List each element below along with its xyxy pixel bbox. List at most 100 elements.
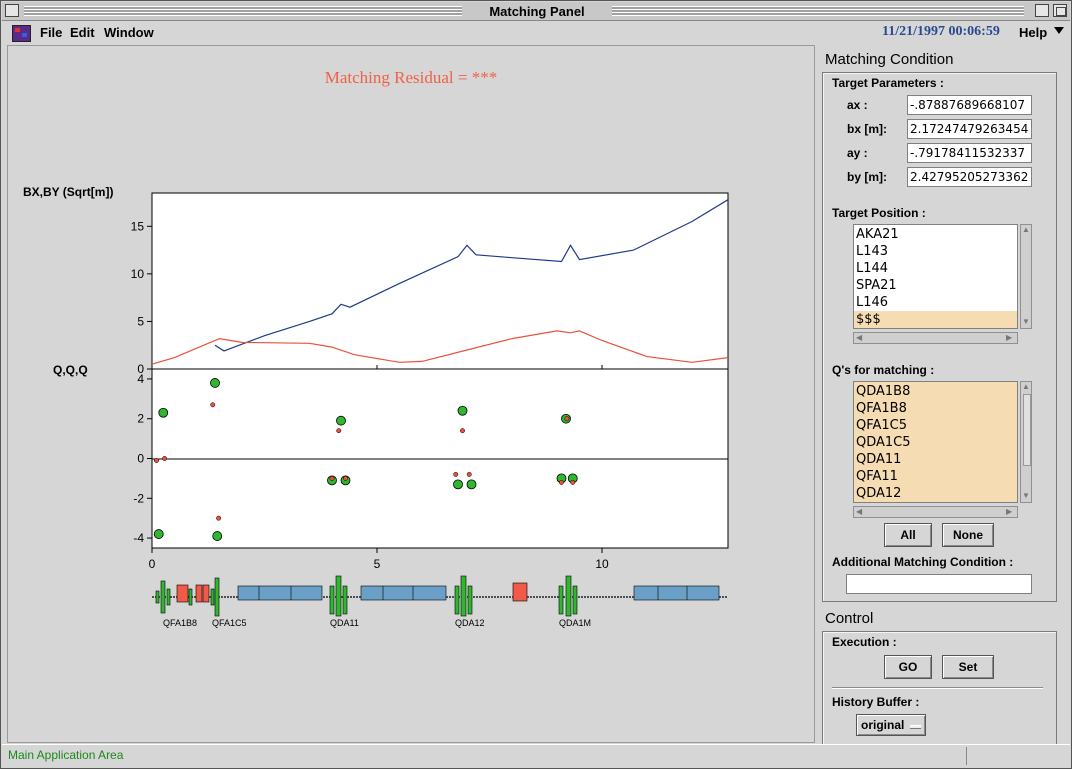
bottom-ytick-label: 0 (137, 452, 144, 466)
additional-condition-label: Additional Matching Condition : (832, 555, 1014, 569)
xtick-label: 5 (374, 557, 381, 571)
quad-strength-point (336, 415, 346, 426)
bottom-ytick-label: 2 (137, 412, 144, 426)
quad-strength-point (158, 407, 169, 418)
scroll-left-icon[interactable]: ◀ (856, 334, 862, 342)
beamline-lattice (152, 575, 728, 617)
list-item-selected[interactable]: QDA12 (854, 485, 1017, 502)
none-button[interactable]: None (942, 523, 994, 547)
lattice-quad (565, 575, 572, 617)
scroll-right-icon[interactable]: ▶ (1006, 508, 1012, 516)
scroll-down-icon[interactable]: ▼ (1022, 318, 1030, 326)
minimize-button[interactable] (1035, 4, 1049, 17)
all-button[interactable]: All (884, 523, 932, 547)
matching-panel-window: Matching Panel File Edit Window 11/21/19… (0, 0, 1072, 769)
lattice-quad (329, 585, 335, 615)
go-button[interactable]: GO (884, 655, 932, 679)
quad-strength-point (457, 405, 468, 416)
top-ytick-label: 5 (137, 314, 144, 328)
quad-initial-point (336, 428, 342, 434)
set-button[interactable]: Set (942, 655, 994, 679)
history-buffer-label: History Buffer : (832, 695, 920, 709)
history-buffer-select[interactable]: original (856, 714, 926, 736)
list-item-selected[interactable]: QDA1C5 (854, 434, 1017, 451)
list-item-selected[interactable]: QDA11 (854, 451, 1017, 468)
status-divider (966, 747, 967, 765)
quad-strength-point (453, 479, 463, 490)
quad-initial-point (329, 475, 335, 481)
lattice-quad (454, 585, 460, 615)
list-item[interactable]: L146 (854, 294, 1017, 311)
list-item[interactable]: L144 (854, 260, 1017, 277)
element-label-qfa1b8: QFA1B8 (163, 618, 197, 628)
help-dropdown-icon[interactable] (1054, 27, 1064, 34)
param-bx-input[interactable]: 2.17247479263454 (907, 119, 1032, 139)
list-item-selected[interactable]: $$$ (854, 311, 1017, 328)
lattice-quad (210, 588, 215, 606)
quad-initial-point (570, 479, 576, 485)
target-position-label: Target Position : (832, 206, 926, 220)
bottom-ytick-label: 4 (137, 372, 144, 386)
param-ay-label: ay : (847, 146, 868, 160)
xtick-label: 10 (595, 557, 609, 571)
target-position-hscroll[interactable]: ◀ ▶ (853, 332, 1018, 344)
xtick-label: 0 (149, 557, 156, 571)
status-text: Main Application Area (8, 748, 124, 762)
element-label-qda11: QDA11 (330, 618, 359, 628)
target-position-vscroll[interactable]: ▲ ▼ (1020, 224, 1032, 329)
execution-label: Execution : (832, 635, 897, 649)
history-buffer-value: original (861, 718, 905, 732)
param-ay-input[interactable]: -.79178411532337 (907, 143, 1032, 163)
scroll-left-icon[interactable]: ◀ (856, 508, 862, 516)
lattice-bend (633, 585, 720, 601)
list-item[interactable]: SPA21 (854, 277, 1017, 294)
scroll-right-icon[interactable]: ▶ (1006, 334, 1012, 342)
quad-initial-point (466, 471, 472, 477)
list-item-selected[interactable]: QFA1B8 (854, 400, 1017, 417)
top-plot-frame (151, 192, 729, 370)
list-item-selected[interactable]: QFA11 (854, 468, 1017, 485)
top-ytick-label: 15 (131, 219, 145, 233)
qs-hscroll[interactable]: ◀ ▶ (853, 506, 1018, 518)
quad-initial-point (216, 515, 222, 521)
param-ax-input[interactable]: -.87887689668107 (907, 95, 1032, 115)
target-position-list[interactable]: AKA21 L143 L144 SPA21 L146 $$$ (853, 224, 1018, 329)
quad-initial-point (564, 416, 570, 422)
optics-plot: BX,BY (Sqrt[m]) Q,Q,Q 151050 420-2-4 051… (23, 185, 729, 628)
maximize-button[interactable] (1053, 4, 1067, 17)
matching-condition-title: Matching Condition (825, 51, 954, 68)
top-ylabel: BX,BY (Sqrt[m]) (23, 185, 113, 199)
quad-strength-point (153, 529, 164, 539)
qs-for-matching-list[interactable]: QDA1B8 QFA1B8 QFA1C5 QDA1C5 QDA11 QFA11 … (853, 381, 1018, 503)
list-item[interactable]: AKA21 (854, 226, 1017, 243)
param-by-input[interactable]: 2.42795205273362 (907, 167, 1032, 187)
lattice-quad (160, 580, 166, 614)
lattice-bend (360, 585, 447, 601)
list-item-selected[interactable]: QDA1B8 (854, 383, 1017, 400)
scroll-up-icon[interactable]: ▲ (1022, 226, 1030, 234)
lattice-bend (237, 585, 323, 601)
param-by-label: by [m]: (847, 170, 887, 184)
bottom-ylabel: Q,Q,Q (53, 363, 88, 377)
quad-initial-point (343, 475, 348, 481)
scroll-thumb[interactable] (1023, 394, 1031, 466)
quad-strength-point (466, 479, 477, 490)
scroll-down-icon[interactable]: ▼ (1022, 492, 1030, 500)
lattice-kicker (195, 584, 203, 603)
list-item-selected[interactable]: QFA1C5 (854, 417, 1017, 434)
list-item[interactable]: L143 (854, 243, 1017, 260)
lattice-quad (467, 585, 473, 615)
additional-condition-input[interactable] (846, 574, 1032, 594)
lattice-quad (335, 575, 342, 617)
lattice-kicker (202, 584, 210, 603)
quad-initial-point (210, 402, 216, 408)
target-parameters-label: Target Parameters : (832, 76, 944, 90)
element-label-qda1m: QDA1M (559, 618, 591, 628)
scroll-up-icon[interactable]: ▲ (1022, 383, 1030, 391)
menu-help[interactable]: Help (1019, 25, 1047, 40)
param-bx-label: bx [m]: (847, 122, 887, 136)
bottom-ytick-label: -2 (133, 491, 144, 505)
lattice-quad (188, 588, 193, 606)
qs-vscroll[interactable]: ▲ ▼ (1020, 381, 1032, 503)
param-ax-label: ax : (847, 98, 868, 112)
